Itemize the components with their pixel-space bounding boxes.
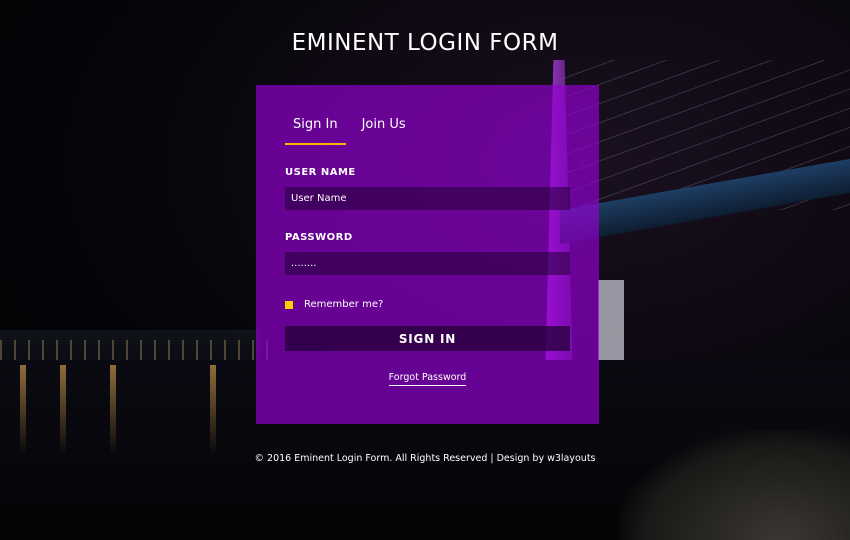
password-label: PASSWORD [285,232,353,243]
password-field[interactable]: ........ [285,252,570,275]
light-reflection [60,365,66,455]
remember-me-row: Remember me? [285,299,570,310]
tab-sign-in[interactable]: Sign In [285,109,346,145]
forgot-password-link[interactable]: Forgot Password [388,372,467,386]
tab-bar: Sign In Join Us [285,109,570,145]
light-reflection [110,365,116,455]
remember-me-label[interactable]: Remember me? [304,299,383,310]
page-title: EMINENT LOGIN FORM [291,30,559,56]
light-reflection [20,365,26,455]
password-value: ........ [291,258,317,269]
login-panel: Sign In Join Us USER NAME User Name PASS… [256,85,599,424]
sign-in-button[interactable]: SIGN IN [285,326,570,351]
username-field[interactable]: User Name [285,187,570,210]
light-reflection [210,365,216,455]
username-label: USER NAME [285,167,356,178]
tab-join-us[interactable]: Join Us [354,109,414,145]
forgot-password-row: Forgot Password [285,365,570,386]
footer-copyright: © 2016 Eminent Login Form. All Rights Re… [254,453,596,464]
remember-me-checkbox[interactable] [285,300,293,309]
shore-rocks [620,430,850,540]
username-value: User Name [291,193,347,204]
